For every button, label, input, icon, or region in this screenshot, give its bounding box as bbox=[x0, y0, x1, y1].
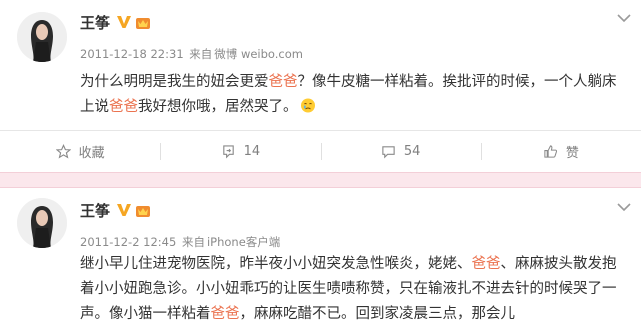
post-meta: 2011-12-2 12:45 来自 iPhone客户端 bbox=[80, 234, 282, 250]
weibo-post: 王筝 2011-12-2 12:45 来自 iPhone客户端 继小早儿住进宠物医… bbox=[0, 188, 641, 322]
action-bar: 收藏 14 54 赞 bbox=[0, 131, 641, 172]
author-row: 王筝 bbox=[80, 199, 151, 221]
comment-icon bbox=[382, 146, 395, 159]
member-badge-icon[interactable] bbox=[135, 202, 151, 218]
post-meta: 2011-12-18 22:31 来自 微博 weibo.com bbox=[80, 46, 305, 62]
post-timestamp[interactable]: 2011-12-18 22:31 bbox=[80, 47, 184, 61]
weibo-post: 王筝 2011-12-18 22:31 来自 微博 weibo.com 为什么明明… bbox=[0, 0, 641, 172]
comment-button[interactable]: 54 bbox=[320, 131, 481, 172]
avatar-photo-icon bbox=[17, 12, 67, 62]
verified-v-icon bbox=[117, 204, 132, 216]
crying-face-icon bbox=[300, 98, 315, 113]
keyword-highlight: 爸爸 bbox=[268, 74, 298, 90]
favorite-button[interactable]: 收藏 bbox=[0, 131, 160, 172]
thumbs-up-icon bbox=[544, 145, 557, 158]
like-label: 赞 bbox=[565, 146, 579, 161]
post-source[interactable]: 微博 weibo.com bbox=[214, 47, 303, 61]
text-segment: 继小早儿住进宠物医院，昨半夜小小妞突发急性喉炎，姥姥、 bbox=[80, 256, 472, 272]
keyword-highlight: 爸爸 bbox=[210, 306, 240, 322]
post-separator bbox=[0, 172, 641, 188]
post-text: 继小早儿住进宠物医院，昨半夜小小妞突发急性喉炎，姥姥、爸爸、麻麻披头散发抱着小小… bbox=[80, 252, 628, 322]
source-prefix: 来自 bbox=[181, 235, 205, 249]
chevron-down-icon[interactable] bbox=[617, 13, 631, 23]
source-prefix: 来自 bbox=[189, 47, 213, 61]
repost-icon bbox=[222, 145, 234, 159]
post-text: 为什么明明是我生的妞会更爱爸爸？像牛皮糖一样粘着。挨批评的时候，一个人躺床上说爸… bbox=[80, 70, 628, 120]
avatar-photo-icon bbox=[17, 198, 67, 248]
chevron-down-icon[interactable] bbox=[617, 202, 631, 212]
like-button[interactable]: 赞 bbox=[480, 131, 641, 172]
verified-v-icon bbox=[117, 16, 132, 28]
favorite-label: 收藏 bbox=[78, 146, 105, 161]
username[interactable]: 王筝 bbox=[80, 12, 110, 33]
star-icon bbox=[55, 144, 71, 159]
avatar[interactable] bbox=[17, 198, 67, 248]
repost-button[interactable]: 14 bbox=[160, 131, 320, 172]
keyword-highlight: 爸爸 bbox=[109, 99, 138, 115]
avatar[interactable] bbox=[17, 12, 67, 62]
text-segment: ，麻麻吃醋不已。回到家凌晨三点，那会儿 bbox=[239, 306, 516, 322]
member-badge-icon[interactable] bbox=[135, 14, 151, 30]
author-row: 王筝 bbox=[80, 11, 151, 33]
text-segment: 为什么明明是我生的妞会更爱 bbox=[80, 74, 269, 90]
username[interactable]: 王筝 bbox=[80, 200, 110, 221]
text-segment: 我好想你哦，居然哭了。 bbox=[138, 99, 298, 115]
keyword-highlight: 爸爸 bbox=[471, 256, 501, 272]
post-source[interactable]: iPhone客户端 bbox=[207, 235, 280, 249]
comment-count: 54 bbox=[403, 144, 421, 159]
repost-count: 14 bbox=[243, 144, 261, 159]
post-timestamp[interactable]: 2011-12-2 12:45 bbox=[80, 235, 176, 249]
